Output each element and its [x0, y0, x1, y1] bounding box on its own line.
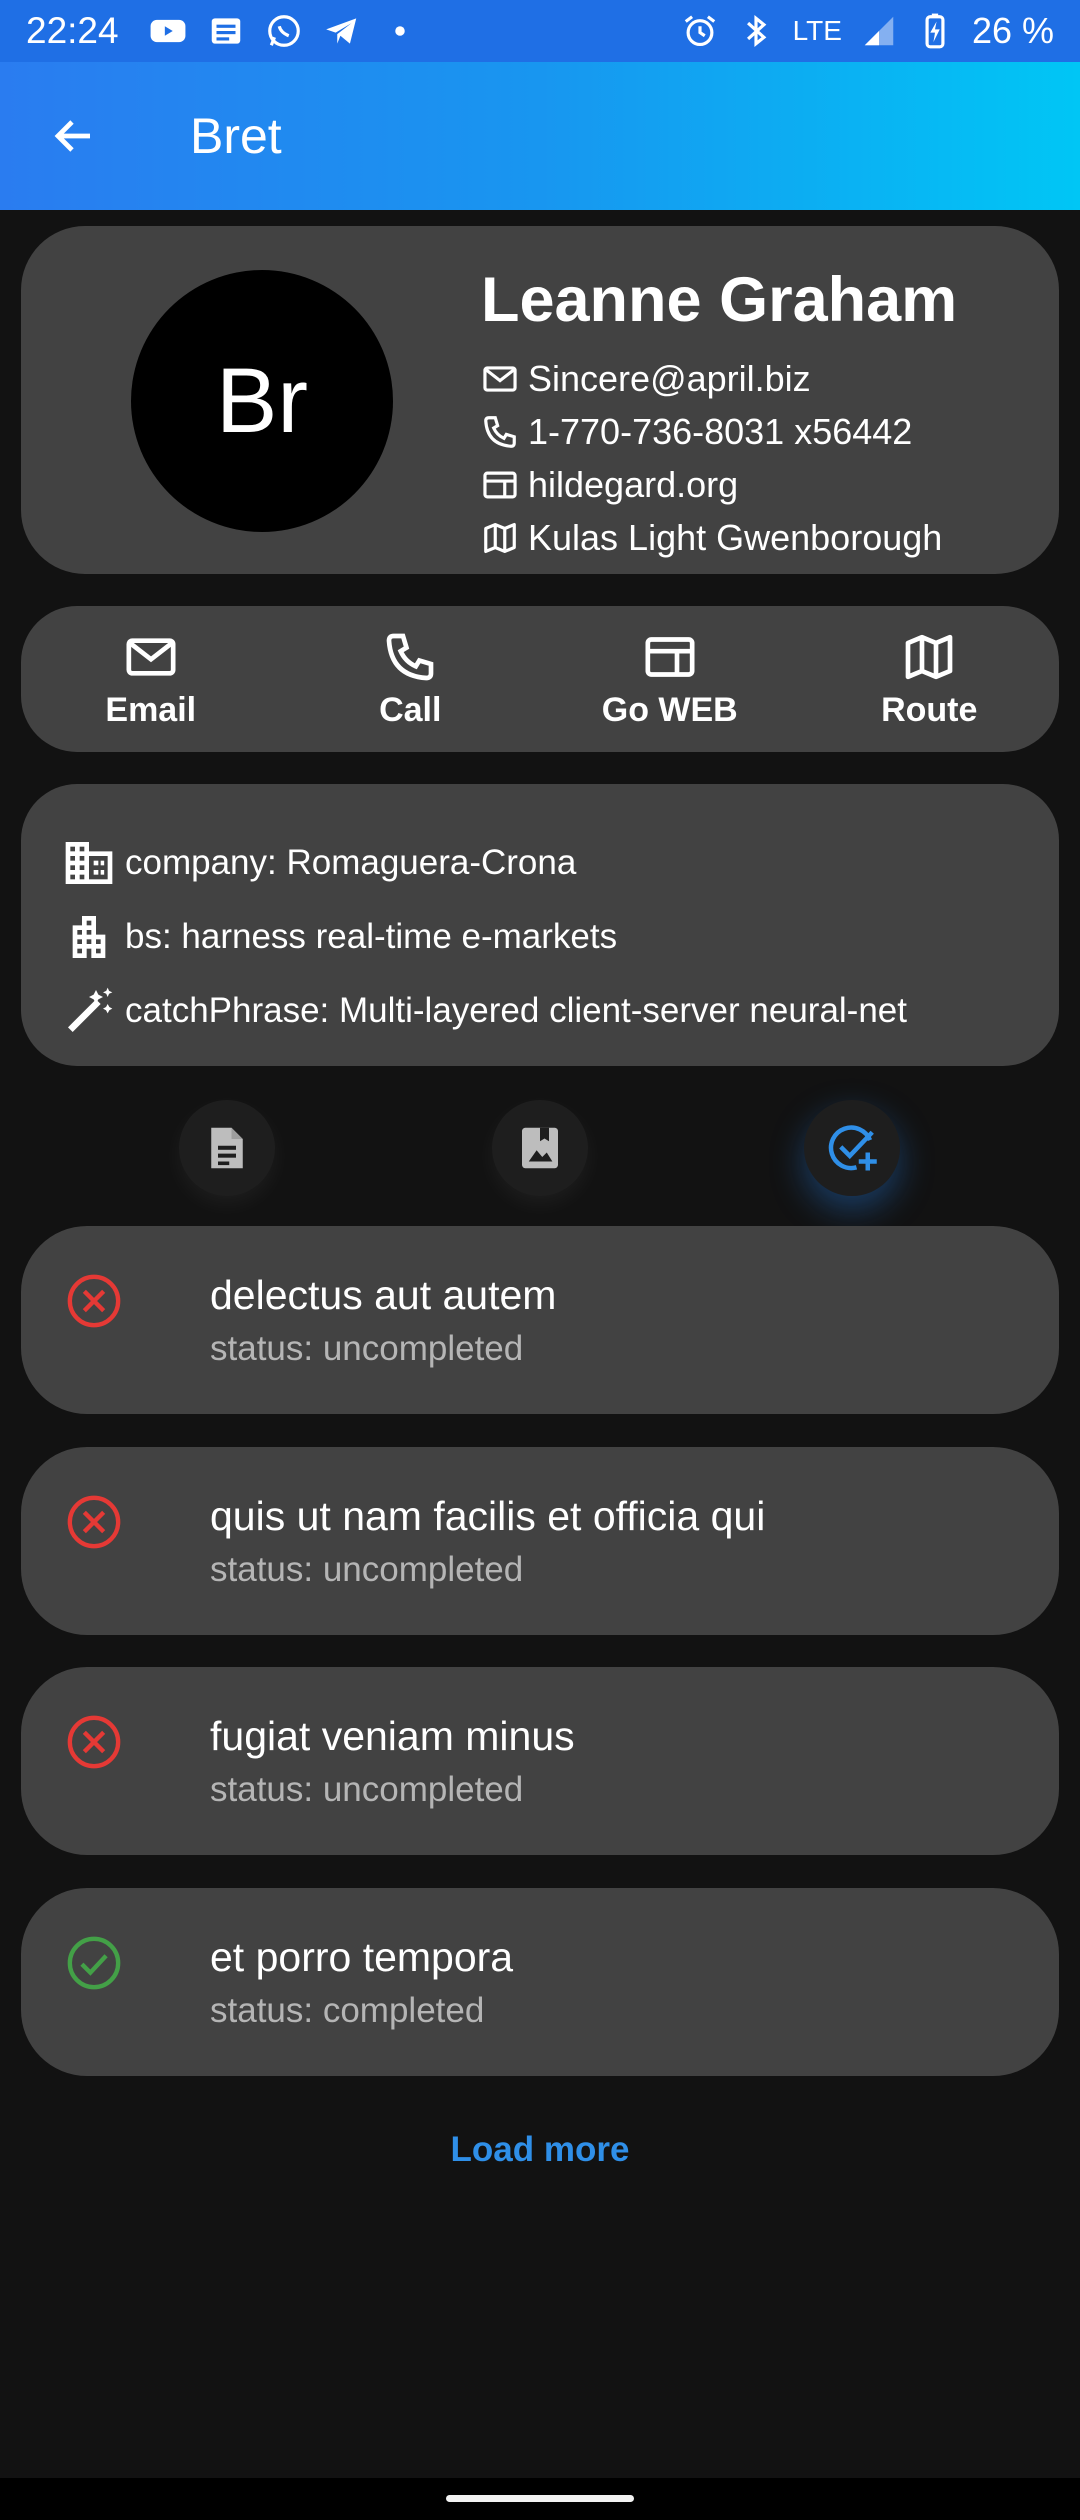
web-icon [645, 636, 695, 677]
battery-charging-icon [925, 13, 945, 49]
company-catchphrase: catchPhrase: Multi-layered client-server… [125, 991, 907, 1030]
todo-title: fugiat veniam minus [210, 1713, 575, 1759]
profile-phone: 1-770-736-8031 x56442 [528, 410, 913, 452]
todo-title: et porro tempora [210, 1934, 514, 1980]
cancel-icon [67, 1715, 121, 1769]
todo-item[interactable]: fugiat veniam minus status: uncompleted [21, 1667, 1059, 1855]
arrow-back-icon [54, 120, 90, 152]
tab-posts[interactable] [179, 1100, 275, 1196]
content-tabs [0, 1100, 1080, 1200]
profile-website-row: hildegard.org [481, 458, 957, 511]
todo-status: status: uncompleted [210, 1770, 524, 1809]
todo-item[interactable]: delectus aut autem status: uncompleted [21, 1226, 1059, 1414]
company-catchphrase-row: catchPhrase: Multi-layered client-server… [61, 974, 1059, 1048]
map-icon [905, 634, 953, 679]
email-icon [126, 637, 176, 676]
whatsapp-icon [267, 15, 300, 47]
tab-albums[interactable] [492, 1100, 588, 1196]
route-button-label: Route [881, 690, 978, 729]
youtube-icon [150, 19, 186, 43]
article-icon [211, 1127, 243, 1169]
profile-name: Leanne Graham [481, 265, 958, 335]
go-web-button-label: Go WEB [601, 690, 738, 729]
email-button-label: Email [105, 690, 197, 729]
tab-todos[interactable] [804, 1100, 900, 1196]
signal-icon [864, 16, 894, 46]
company-bs-row: bs: harness real-time e-markets [61, 900, 1059, 974]
phone-icon [386, 633, 434, 680]
todo-item[interactable]: quis ut nam facilis et officia qui statu… [21, 1447, 1059, 1635]
status-time: 22:24 [26, 10, 119, 51]
todo-status: status: uncompleted [210, 1329, 524, 1368]
news-icon [211, 18, 240, 44]
battery-level: 26 % [971, 10, 1054, 51]
todo-status: status: uncompleted [210, 1550, 524, 1589]
avatar: Br [131, 270, 393, 532]
call-button[interactable]: Call [281, 606, 541, 752]
todo-status: status: completed [210, 1991, 485, 2030]
profile-website: hildegard.org [528, 463, 739, 505]
mail-icon [483, 365, 517, 392]
apartment-icon [72, 916, 106, 958]
bluetooth-icon [746, 15, 767, 47]
auto-fix-icon [68, 987, 113, 1032]
web-icon [483, 471, 517, 498]
phone-icon [484, 415, 516, 448]
company-bs: bs: harness real-time e-markets [125, 917, 618, 956]
alarm-icon [684, 15, 715, 47]
telegram-icon [325, 18, 356, 44]
todo-title: delectus aut autem [210, 1272, 557, 1318]
go-web-button[interactable]: Go WEB [540, 606, 800, 752]
actions-card: Email Call Go WEB Route [21, 606, 1059, 752]
profile-email: Sincere@april.biz [528, 357, 811, 399]
system-navigation-bar [0, 2478, 1080, 2520]
business-icon [65, 842, 113, 884]
page-title: Bret [190, 108, 282, 164]
email-button[interactable]: Email [21, 606, 281, 752]
check-circle-icon [67, 1936, 121, 1990]
load-more-button[interactable]: Load more [0, 2130, 1080, 2170]
status-bar: 22:24 LTE 26 % [0, 0, 1080, 62]
profile-info: Leanne Graham Sincere@april.biz 1-770-73… [481, 264, 957, 564]
cancel-icon [67, 1274, 121, 1328]
profile-phone-row: 1-770-736-8031 x56442 [481, 405, 957, 458]
home-indicator[interactable] [446, 2495, 634, 2502]
notification-dot-icon [394, 26, 405, 36]
map-icon [484, 522, 516, 553]
route-button[interactable]: Route [800, 606, 1060, 752]
company-name: company: Romaguera-Crona [125, 843, 577, 882]
network-type: LTE [792, 15, 842, 46]
back-button[interactable] [0, 62, 148, 210]
company-name-row: company: Romaguera-Crona [61, 826, 1059, 900]
cancel-icon [67, 1495, 121, 1549]
company-card: company: Romaguera-Crona bs: harness rea… [21, 784, 1059, 1066]
profile-address: Kulas Light Gwenborough [528, 516, 943, 558]
profile-email-row: Sincere@april.biz [481, 352, 957, 405]
profile-address-row: Kulas Light Gwenborough [481, 511, 957, 564]
app-bar: Bret [0, 62, 1080, 210]
todo-title: quis ut nam facilis et officia qui [210, 1493, 766, 1539]
add-task-icon [828, 1125, 877, 1171]
photo-album-icon [522, 1127, 558, 1169]
profile-card: Br Leanne Graham Sincere@april.biz 1-770… [21, 226, 1059, 574]
todo-item[interactable]: et porro tempora status: completed [21, 1888, 1059, 2076]
call-button-label: Call [379, 690, 442, 729]
